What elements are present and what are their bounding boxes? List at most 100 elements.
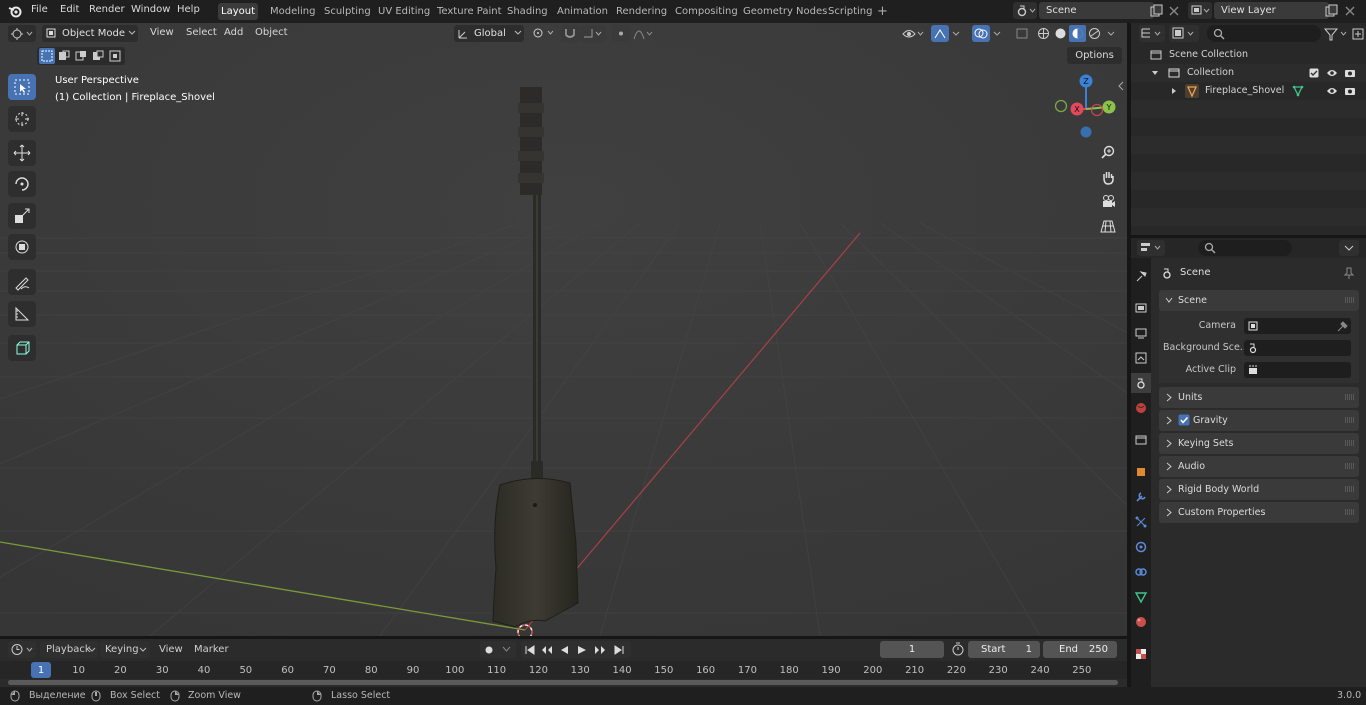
- panel-audio[interactable]: Audio: [1159, 456, 1359, 477]
- timeline-scrollbar[interactable]: [8, 680, 1118, 685]
- close-scene-icon[interactable]: [1168, 4, 1180, 18]
- tab-mesh-data[interactable]: [1134, 590, 1148, 604]
- menu-view[interactable]: View: [150, 27, 174, 38]
- tab-collection[interactable]: [1134, 433, 1148, 447]
- sidebar-toggle-icon[interactable]: [1117, 81, 1125, 91]
- playback-menu[interactable]: Playback: [40, 641, 98, 658]
- tab-scene[interactable]: [1134, 376, 1148, 390]
- falloff-icon[interactable]: [631, 25, 657, 42]
- stopwatch-icon[interactable]: [951, 642, 965, 656]
- wireframe-shading-icon[interactable]: [1036, 26, 1051, 41]
- tab-texture-paint[interactable]: Texture Paint: [437, 3, 502, 20]
- properties-search-input[interactable]: [1198, 240, 1292, 256]
- eyedropper-icon[interactable]: [1336, 320, 1348, 332]
- display-mode-dropdown[interactable]: [1169, 25, 1199, 42]
- properties-options-dropdown[interactable]: [1339, 240, 1359, 256]
- tab-layout[interactable]: Layout: [218, 3, 258, 20]
- jump-end-icon[interactable]: [613, 644, 625, 656]
- menu-add[interactable]: Add: [224, 27, 243, 38]
- tab-particles[interactable]: [1134, 515, 1148, 529]
- select-box-tool[interactable]: [8, 74, 36, 100]
- play-icon[interactable]: [576, 644, 588, 656]
- record-icon[interactable]: [483, 644, 495, 656]
- snap-toggle-icon[interactable]: [561, 25, 579, 42]
- expand-arrow-icon[interactable]: [1151, 70, 1159, 77]
- camera-field[interactable]: [1244, 318, 1351, 334]
- blender-logo-icon[interactable]: [8, 4, 22, 18]
- new-collection-icon[interactable]: [1351, 26, 1365, 42]
- transform-tool[interactable]: [8, 234, 36, 260]
- editor-type-dropdown[interactable]: [8, 25, 36, 42]
- tab-rendering[interactable]: Rendering: [616, 3, 667, 20]
- tab-modeling[interactable]: Modeling: [270, 3, 316, 20]
- overlays-toggle-icon[interactable]: [972, 25, 990, 42]
- jump-start-icon[interactable]: [524, 644, 536, 656]
- properties-editor-type[interactable]: [1137, 240, 1165, 256]
- tab-tool[interactable]: [1134, 269, 1148, 283]
- close-view-layer-icon[interactable]: [1344, 4, 1356, 18]
- panel-keying-sets[interactable]: Keying Sets: [1159, 433, 1359, 454]
- 3d-viewport[interactable]: [0, 23, 1127, 636]
- active-clip-field[interactable]: [1244, 362, 1351, 378]
- tab-scripting[interactable]: Scripting: [828, 3, 872, 20]
- shading-dropdown-icon[interactable]: [1105, 25, 1119, 42]
- tab-texture[interactable]: [1134, 647, 1148, 661]
- timeline-editor-type[interactable]: [8, 641, 36, 658]
- view-layer-field[interactable]: View Layer: [1214, 2, 1329, 19]
- visibility-filter-icon[interactable]: [901, 25, 927, 42]
- add-workspace-button[interactable]: +: [877, 3, 888, 20]
- drag-handle-icon[interactable]: [1345, 486, 1355, 492]
- filter-icon[interactable]: [1322, 26, 1350, 42]
- menu-object[interactable]: Object: [255, 27, 288, 38]
- move-tool[interactable]: [8, 140, 36, 166]
- drag-handle-icon[interactable]: [1345, 297, 1355, 303]
- annotate-tool[interactable]: [8, 269, 36, 295]
- navigation-gizmo[interactable]: Z Y X: [1052, 72, 1122, 138]
- render-camera-icon[interactable]: [1344, 85, 1356, 97]
- tab-view-layer[interactable]: [1134, 351, 1148, 365]
- xray-toggle-icon[interactable]: [1013, 25, 1031, 42]
- mesh-data-icon[interactable]: [1292, 85, 1304, 97]
- scene-type-dropdown[interactable]: [1013, 2, 1037, 19]
- solid-shading-icon[interactable]: [1053, 26, 1068, 41]
- end-frame-field[interactable]: End 250: [1043, 641, 1117, 658]
- measure-tool[interactable]: [8, 301, 36, 327]
- select-subtract-icon[interactable]: [73, 48, 89, 64]
- gizmo-toggle-icon[interactable]: [931, 25, 949, 42]
- mode-dropdown[interactable]: Object Mode: [42, 25, 138, 42]
- panel-rigid-body-world[interactable]: Rigid Body World: [1159, 479, 1359, 500]
- eye-icon[interactable]: [1326, 68, 1338, 78]
- background-scene-field[interactable]: [1244, 340, 1351, 356]
- timeline-view-menu[interactable]: View: [159, 644, 183, 655]
- tab-constraints[interactable]: [1134, 565, 1148, 579]
- rendered-shading-icon[interactable]: [1087, 26, 1102, 41]
- tab-world[interactable]: [1134, 401, 1148, 415]
- gravity-checkbox[interactable]: [1178, 414, 1190, 426]
- transform-orientation-dropdown[interactable]: Global: [454, 25, 524, 42]
- drag-handle-icon[interactable]: [1345, 509, 1355, 515]
- copy-view-layer-icon[interactable]: [1324, 4, 1338, 18]
- scale-tool[interactable]: [8, 203, 36, 229]
- prev-keyframe-icon[interactable]: [540, 644, 554, 656]
- pivot-point-icon[interactable]: [531, 26, 557, 41]
- select-intersect-icon[interactable]: [107, 48, 123, 64]
- tab-sculpting[interactable]: Sculpting: [324, 3, 371, 20]
- options-dropdown[interactable]: Options: [1067, 47, 1122, 64]
- tab-physics[interactable]: [1134, 540, 1148, 554]
- outliner-row-fireplace-shovel[interactable]: Fireplace_Shovel: [1131, 82, 1366, 100]
- camera-view-button[interactable]: [1097, 190, 1119, 212]
- panel-units[interactable]: Units: [1159, 387, 1359, 408]
- tab-uv-editing[interactable]: UV Editing: [378, 3, 430, 20]
- drag-handle-icon[interactable]: [1345, 394, 1355, 400]
- menu-window[interactable]: Window: [131, 4, 170, 15]
- menu-select[interactable]: Select: [186, 27, 217, 38]
- panel-scene-header[interactable]: Scene: [1159, 290, 1359, 311]
- pan-button[interactable]: [1097, 166, 1119, 188]
- tab-modifiers[interactable]: [1134, 490, 1148, 504]
- pin-icon[interactable]: [1342, 266, 1356, 280]
- tab-geometry-nodes[interactable]: Geometry Nodes: [743, 3, 827, 20]
- panel-gravity[interactable]: Gravity: [1159, 410, 1359, 431]
- outliner-row-scene-collection[interactable]: Scene Collection: [1131, 46, 1366, 64]
- start-frame-field[interactable]: Start 1: [968, 641, 1040, 658]
- tab-output[interactable]: [1134, 326, 1148, 340]
